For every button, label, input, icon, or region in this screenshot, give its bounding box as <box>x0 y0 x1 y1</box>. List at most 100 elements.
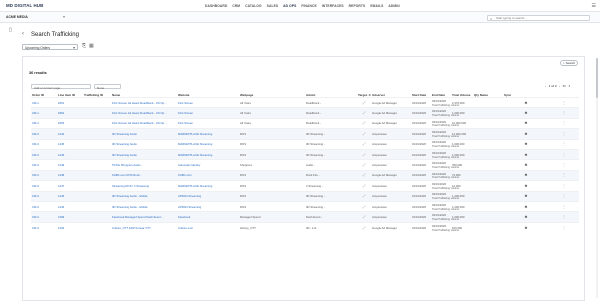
name-link[interactable]: 3D Streaming Audio <box>111 148 177 160</box>
line-item-id-link[interactable]: 1445 <box>57 190 83 202</box>
chevron-right-icon[interactable]: › <box>559 84 560 88</box>
order-id-link[interactable]: CM-3 <box>31 190 57 202</box>
expand-icon[interactable]: ⤢ <box>363 194 366 198</box>
expand-icon[interactable]: ⤢ <box>363 173 366 177</box>
global-search[interactable]: ⌕ <box>487 14 590 21</box>
nav-admin[interactable]: ADMIN <box>388 4 399 8</box>
order-id-link[interactable]: CM-1 <box>31 107 57 119</box>
name-link[interactable]: KABC.com ROS Rock - <box>111 169 177 181</box>
table-row[interactable]: CM-3 1444 3D Streaming Audio MARKETPLACE St… <box>31 128 579 140</box>
menu-icon[interactable]: ☰ <box>592 3 596 9</box>
line-item-id-link[interactable]: 1447 <box>57 180 83 192</box>
website-link[interactable]: APRAN Streaming <box>177 200 239 212</box>
bulk-action-select[interactable]: Add or correct page <box>31 84 91 90</box>
name-link[interactable]: 3D Streaming Audio <box>111 128 177 140</box>
website-link[interactable]: Automatic Identity <box>177 159 239 171</box>
sidebar-toggle-icon[interactable]: ▯ <box>9 27 12 33</box>
website-link[interactable]: MARKETPLACE Streaming <box>177 128 239 140</box>
order-id-link[interactable]: CM-3 <box>31 200 57 212</box>
line-item-id-link[interactable]: 1861 <box>57 96 83 108</box>
expand-icon[interactable]: ⤢ <box>363 163 366 167</box>
nav-ad-ops[interactable]: AD OPS <box>283 4 296 8</box>
global-search-input[interactable] <box>496 16 588 21</box>
line-item-id-link[interactable]: 1399 <box>57 211 83 223</box>
order-id-link[interactable]: CM-3 <box>31 148 57 160</box>
more-vertical-icon[interactable]: ⋮ <box>562 142 566 146</box>
table-row[interactable]: CM-3 1449 TikTok Shoppers Audio - Automatic… <box>31 159 579 171</box>
more-vertical-icon[interactable]: ⋮ <box>562 101 566 105</box>
more-vertical-icon[interactable]: ⋮ <box>562 184 566 188</box>
website-link[interactable]: APRAN Streaming <box>177 190 239 202</box>
nav-crm[interactable]: CRM <box>232 4 240 8</box>
table-row[interactable]: CM-3 1394 Culture_OTT FAST/Linear OTT Cultu… <box>31 221 579 233</box>
order-id-link[interactable]: CM-3 <box>31 169 57 181</box>
table-row[interactable]: CM-1 1863 First Screen Ad Hears Roadblock … <box>31 117 579 129</box>
table-row[interactable]: CM-3 1446 3D Streaming Audio - Mobile APRAN… <box>31 200 579 212</box>
more-vertical-icon[interactable]: ⋮ <box>562 205 566 209</box>
name-link[interactable]: TikTok Shoppers Audio - <box>111 159 177 171</box>
website-link[interactable]: Culture.com <box>177 221 239 233</box>
expand-icon[interactable]: ⤢ <box>363 215 366 219</box>
expand-icon[interactable]: ⤢ <box>363 111 366 115</box>
order-id-link[interactable]: CM-3 <box>31 221 57 233</box>
app-logo[interactable]: MD DIGITAL HUB <box>6 3 43 8</box>
save-view-icon[interactable]: ⎘ <box>82 43 86 49</box>
nav-dashboard[interactable]: DASHBOARD <box>205 4 227 8</box>
expand-icon[interactable]: ⤢ <box>363 184 366 188</box>
nav-reports[interactable]: REPORTS <box>349 4 366 8</box>
line-item-id-link[interactable]: 1445 <box>57 138 83 150</box>
order-id-link[interactable]: CM-3 <box>31 138 57 150</box>
view-select[interactable]: Upcoming Orders ▾ <box>22 44 78 50</box>
website-link[interactable]: MARKETPLACE Streaming <box>177 180 239 192</box>
manage-views-icon[interactable]: ▦ <box>89 43 94 49</box>
nav-finance[interactable]: FINANCE <box>301 4 316 8</box>
expand-icon[interactable]: ⤢ <box>363 101 366 105</box>
nav-emails[interactable]: EMAILS <box>370 4 383 8</box>
more-vertical-icon[interactable]: ⋮ <box>562 121 566 125</box>
order-id-link[interactable]: CM-1 <box>31 96 57 108</box>
expand-icon[interactable]: ⤢ <box>363 121 366 125</box>
table-row[interactable]: CM-3 1447 Streaming ROS / 3 Streaming MARKE… <box>31 180 579 192</box>
nav-sales[interactable]: SALES <box>267 4 279 8</box>
chevron-left-icon[interactable]: ‹ <box>545 84 546 88</box>
expand-icon[interactable]: ⤢ <box>363 226 366 230</box>
back-arrow-icon[interactable]: ‹ <box>22 31 24 37</box>
expand-icon[interactable]: ⤢ <box>363 205 366 209</box>
name-link[interactable]: Facebook Managed Spend Dash Event... <box>111 211 177 223</box>
more-vertical-icon[interactable]: ⋮ <box>562 173 566 177</box>
name-link[interactable]: Streaming ROS / 3 Streaming <box>111 180 177 192</box>
line-item-id-link[interactable]: 1448 <box>57 169 83 181</box>
order-id-link[interactable]: CM-3 <box>31 180 57 192</box>
page-size-select[interactable]: 50 <box>563 84 566 88</box>
more-vertical-icon[interactable]: ⋮ <box>562 194 566 198</box>
website-link[interactable]: First Screen <box>177 96 239 108</box>
name-link[interactable]: 3D Streaming Audio - Mobile <box>111 200 177 212</box>
more-vertical-icon[interactable]: ⋮ <box>562 153 566 157</box>
line-item-id-link[interactable]: 1446 <box>57 148 83 160</box>
website-link[interactable]: Facebook <box>177 211 239 223</box>
chevron-down-icon[interactable]: ▾ <box>63 14 65 19</box>
line-item-id-link[interactable]: 1446 <box>57 200 83 212</box>
table-row[interactable]: CM-3 1446 3D Streaming Audio MARKETPLACE St… <box>31 148 579 160</box>
table-row[interactable]: CM-3 1448 KABC.com ROS Rock - KABC.com ROS Ro… <box>31 169 579 181</box>
more-vertical-icon[interactable]: ⋮ <box>562 132 566 136</box>
more-vertical-icon[interactable]: ⋮ <box>562 226 566 230</box>
order-id-link[interactable]: CM-3 <box>31 128 57 140</box>
table-row[interactable]: CM-3 1445 3D Streaming Audio - Mobile APRAN… <box>31 190 579 202</box>
order-id-link[interactable]: CM-1 <box>31 117 57 129</box>
line-item-id-link[interactable]: 1449 <box>57 159 83 171</box>
expand-icon[interactable]: ⤢ <box>363 142 366 146</box>
line-item-id-link[interactable]: 1863 <box>57 117 83 129</box>
table-row[interactable]: CM-3 1399 Facebook Managed Spend Dash Even… <box>31 211 579 223</box>
order-id-link[interactable]: CM-3 <box>31 159 57 171</box>
search-button[interactable]: ⌕ Search <box>560 60 578 66</box>
table-row[interactable]: CM-1 1861 First Screen Ad Hears Roadblock … <box>31 96 579 108</box>
org-selector[interactable]: ACME MEDIA <box>6 15 28 19</box>
name-link[interactable]: First Screen Ad Hears Roadblock - US Op.… <box>111 107 177 119</box>
none-select[interactable]: None <box>94 84 121 90</box>
name-link[interactable]: 3D Streaming Audio <box>111 138 177 150</box>
table-row[interactable]: CM-1 1862 First Screen Ad Hears Roadblock … <box>31 107 579 119</box>
name-link[interactable]: Culture_OTT FAST/Linear OTT <box>111 221 177 233</box>
line-item-id-link[interactable]: 1862 <box>57 107 83 119</box>
more-vertical-icon[interactable]: ⋮ <box>562 163 566 167</box>
